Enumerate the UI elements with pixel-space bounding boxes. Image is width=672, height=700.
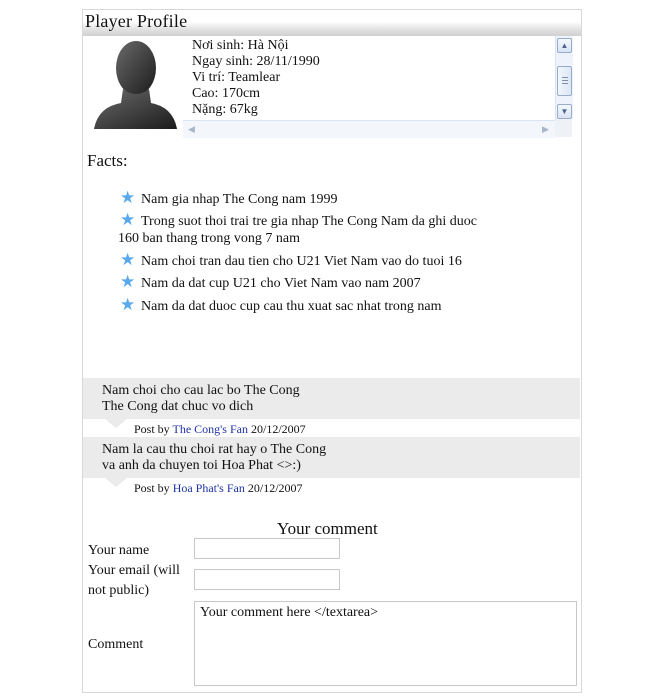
arrow-up-icon[interactable]: ▲ <box>557 38 572 53</box>
email-field[interactable] <box>194 569 340 590</box>
comment-text: Nam choi cho cau lac bo The Cong The Con… <box>102 383 300 414</box>
horizontal-scrollbar[interactable]: ◀ ▶ <box>183 120 555 138</box>
name-label: Your name <box>88 543 150 558</box>
profile-info-box[interactable]: Nơi sinh: Hà Nội Ngay sinh: 28/11/1990 V… <box>183 36 573 138</box>
fact-item: Nam da dat duoc cup cau thu xuat sac nha… <box>141 299 442 314</box>
arrow-left-icon[interactable]: ◀ <box>184 122 199 137</box>
info-position: Vi trí: Teamlear <box>192 70 281 85</box>
comment-bubble: Nam la cau thu choi rat hay o The Cong v… <box>83 437 580 478</box>
scrollbar-corner <box>555 120 572 137</box>
comment-pointer <box>105 478 127 487</box>
info-height: Cao: 170cm <box>192 86 261 101</box>
profile-info-lines: Nơi sinh: Hà Nội Ngay sinh: 28/11/1990 V… <box>192 38 320 118</box>
vertical-scrollbar[interactable]: ▲ ▼ <box>555 36 573 120</box>
arrow-down-icon[interactable]: ▼ <box>557 104 572 119</box>
avatar <box>94 41 177 129</box>
comment-textarea[interactable]: Your comment here </textarea> <box>194 601 577 686</box>
facts-heading: Facts: <box>87 151 128 170</box>
info-birthdate: Ngay sinh: 28/11/1990 <box>192 54 320 69</box>
comment-meta: Post by Hoa Phat's Fan 20/12/2007 <box>134 481 303 495</box>
comment-pointer <box>105 419 127 428</box>
name-field[interactable] <box>194 538 340 559</box>
comment-bubble: Nam choi cho cau lac bo The Cong The Con… <box>83 378 580 419</box>
email-label: Your email (will not public) <box>88 563 180 598</box>
info-birthplace: Nơi sinh: Hà Nội <box>192 38 289 53</box>
scroll-thumb[interactable] <box>557 66 572 96</box>
fact-item: Trong suot thoi trai tre gia nhap The Co… <box>118 214 477 246</box>
info-weight: Nặng: 67kg <box>192 102 258 117</box>
fact-item: Nam gia nhap The Cong nam 1999 <box>141 192 338 207</box>
comment-meta: Post by The Cong's Fan 20/12/2007 <box>134 422 306 436</box>
comment-author-link[interactable]: Hoa Phat's Fan <box>173 481 245 495</box>
comment-label: Comment <box>88 637 144 652</box>
comment-text: Nam la cau thu choi rat hay o The Cong v… <box>102 442 327 473</box>
arrow-right-icon[interactable]: ▶ <box>538 122 553 137</box>
fact-item: Nam da dat cup U21 cho Viet Nam vao nam … <box>141 276 421 291</box>
comment-author-link[interactable]: The Cong's Fan <box>172 422 248 436</box>
fact-item: Nam choi tran dau tien cho U21 Viet Nam … <box>141 254 462 269</box>
page-title: Player Profile <box>85 11 188 31</box>
comment-form-heading: Your comment <box>277 519 378 538</box>
